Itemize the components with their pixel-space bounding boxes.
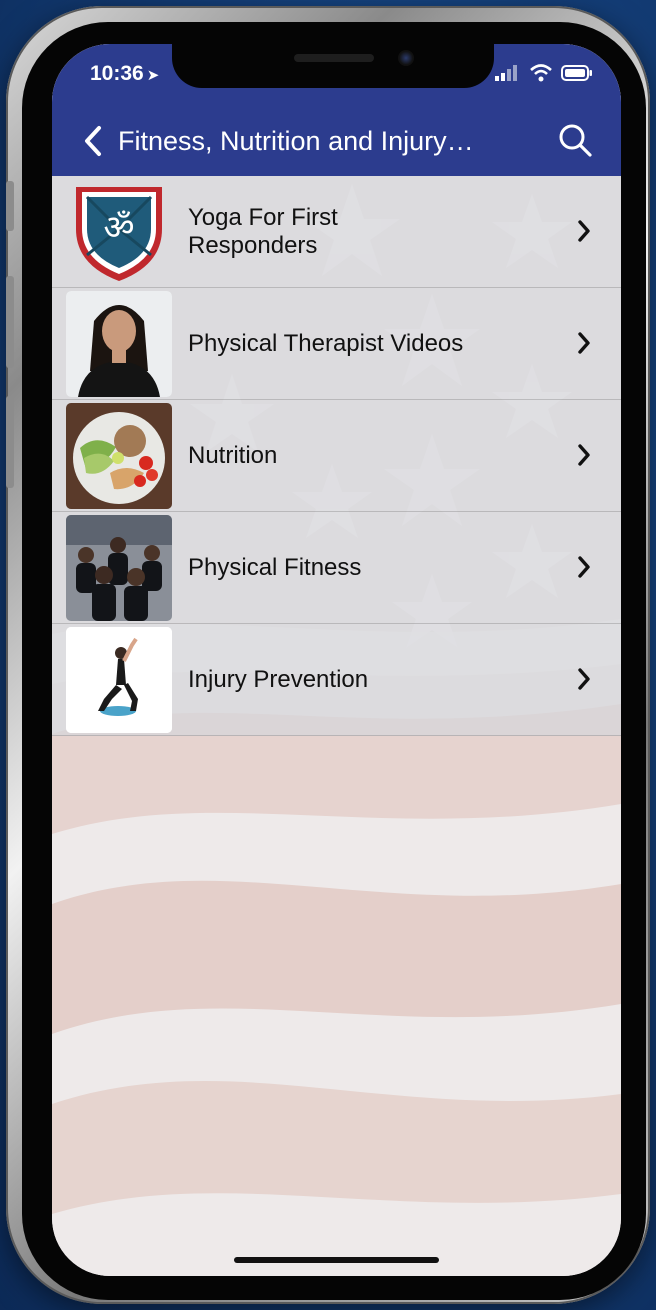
list-item-label: Yoga For First Responders — [188, 203, 338, 259]
status-icons — [495, 64, 593, 82]
front-camera — [398, 50, 414, 66]
status-time: 10:36 ➤ — [90, 62, 159, 86]
list-item-physical-fitness[interactable]: Physical Fitness — [52, 512, 621, 624]
list-item-nutrition[interactable]: Nutrition — [52, 400, 621, 512]
officers-running — [66, 515, 172, 621]
search-icon[interactable] — [557, 122, 593, 158]
notch — [172, 44, 494, 88]
speaker-grille — [294, 54, 374, 62]
location-icon: ➤ — [146, 67, 160, 84]
chevron-right-icon — [578, 556, 590, 578]
app-screen: 10:36 ➤ Fitness, Nutrition and Injury… ॐ… — [52, 44, 621, 1276]
signal-icon — [495, 65, 517, 81]
list-item-yoga[interactable]: ॐ Yoga For First Responders — [52, 176, 621, 288]
chevron-right-icon — [578, 668, 590, 690]
wifi-icon — [530, 64, 552, 82]
status-time-text: 10:36 — [90, 62, 144, 85]
volume-up-button — [6, 276, 14, 368]
svg-text:ॐ: ॐ — [103, 208, 134, 248]
volume-down-button — [6, 396, 14, 488]
chevron-right-icon — [578, 220, 590, 242]
list-item-label: Physical Therapist Videos — [188, 329, 464, 357]
battery-icon — [561, 65, 592, 81]
therapist-portrait — [66, 291, 172, 397]
lunge-exercise — [66, 627, 172, 733]
category-list: ॐ Yoga For First Responders Physical The… — [52, 176, 621, 736]
chevron-right-icon — [578, 332, 590, 354]
list-item-label: Injury Prevention — [188, 665, 369, 693]
list-item-label: Physical Fitness — [188, 553, 362, 581]
yoga-shield-logo: ॐ — [66, 179, 172, 285]
page-title: Fitness, Nutrition and Injury… — [118, 126, 474, 156]
chevron-left-icon[interactable] — [80, 124, 106, 158]
mute-switch — [6, 181, 14, 231]
list-item-injury-prevention[interactable]: Injury Prevention — [52, 624, 621, 736]
list-item-physical-therapist[interactable]: Physical Therapist Videos — [52, 288, 621, 400]
salad-bowl — [66, 403, 172, 509]
chevron-right-icon — [578, 444, 590, 466]
home-indicator[interactable] — [234, 1257, 439, 1263]
list-item-label: Nutrition — [188, 441, 278, 469]
